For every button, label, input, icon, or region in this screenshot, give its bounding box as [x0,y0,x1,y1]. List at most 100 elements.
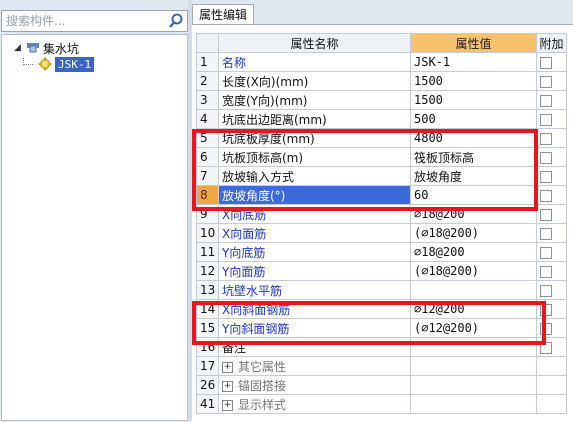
extra-checkbox[interactable] [540,113,552,126]
table-row-selected[interactable]: 8 放坡角度(°) 60 [196,185,567,205]
property-value[interactable]: 4800 [410,128,537,148]
collapse-icon[interactable]: ◢ [14,43,24,53]
tree-item-jsk1[interactable]: JSK-1 [36,56,95,72]
property-name: 放坡输入方式 [218,166,411,186]
property-value[interactable]: 1500 [410,90,537,110]
row-index: 17 [196,356,219,376]
search-icon[interactable] [167,12,185,30]
table-row[interactable]: 7 放坡输入方式 放坡角度 [196,166,567,186]
property-name: X向底筋 [218,204,411,224]
property-value[interactable] [410,280,537,300]
row-index: 6 [196,147,219,167]
row-index: 9 [196,204,219,224]
property-name: Y向斜面钢筋 [218,318,411,338]
tab-property-edit[interactable]: 属性编辑 [192,4,255,25]
property-name: Y向面筋 [218,261,411,281]
table-row[interactable]: 6 坑板顶标高(m) 筏板顶标高 [196,147,567,167]
table-row[interactable]: 13 坑壁水平筋 [196,280,567,300]
row-index: 10 [196,223,219,243]
extra-checkbox[interactable] [540,341,552,354]
property-name: 宽度(Y向)(mm) [218,90,411,110]
row-index: 7 [196,166,219,186]
property-value [410,356,537,376]
table-group-row[interactable]: 17 + 其它属性 [196,356,567,376]
property-value[interactable]: ⌀18@200 [410,204,537,224]
extra-checkbox[interactable] [540,75,552,88]
property-name: 坑板顶标高(m) [218,147,411,167]
table-group-row[interactable]: 41 + 显示样式 [196,394,567,414]
header-name: 属性名称 [218,33,411,53]
table-row[interactable]: 11 Y向底筋 ⌀18@200 [196,242,567,262]
property-grid: 属性名称 属性值 附加 1 名称 JSK-1 2 长度(X向)(mm) 1500… [192,24,573,422]
property-name: 坑壁水平筋 [218,280,411,300]
property-value [410,375,537,395]
header-extra: 附加 [536,33,567,53]
table-row[interactable]: 2 长度(X向)(mm) 1500 [196,71,567,91]
header-index [196,33,219,53]
tree-item-sump[interactable]: ◢ 集水坑 [14,40,79,56]
extra-checkbox[interactable] [540,322,552,335]
search-box [1,10,188,32]
extra-checkbox[interactable] [540,151,552,164]
expand-icon[interactable]: + [222,361,233,373]
property-value[interactable]: (⌀18@200) [410,261,537,281]
extra-checkbox[interactable] [540,227,552,240]
row-index: 13 [196,280,219,300]
property-name: X向斜面钢筋 [218,299,411,319]
property-name: 备注 [218,337,411,357]
property-value[interactable]: (⌀12@200) [410,318,537,338]
group-label: 锚固搭接 [238,378,287,393]
table-row[interactable]: 3 宽度(Y向)(mm) 1500 [196,90,567,110]
property-value [410,394,537,414]
row-index: 12 [196,261,219,281]
expand-icon[interactable]: + [222,380,233,392]
row-index: 3 [196,90,219,110]
table-row[interactable]: 16 备注 [196,337,567,357]
table-row[interactable]: 14 X向斜面钢筋 ⌀12@200 [196,299,567,319]
extra-checkbox[interactable] [540,265,552,278]
table-row[interactable]: 5 坑底板厚度(mm) 4800 [196,128,567,148]
row-index: 26 [196,375,219,395]
property-value[interactable]: JSK-1 [410,52,537,72]
extra-checkbox[interactable] [540,189,552,202]
component-tree [1,34,188,421]
property-value[interactable]: 筏板顶标高 [410,147,537,167]
property-value[interactable]: ⌀12@200 [410,299,537,319]
table-row[interactable]: 15 Y向斜面钢筋 (⌀12@200) [196,318,567,338]
property-name: X向面筋 [218,223,411,243]
table-row[interactable]: 10 X向面筋 (⌀18@200) [196,223,567,243]
expand-icon[interactable]: + [222,399,233,411]
property-value[interactable]: 放坡角度 [410,166,537,186]
table-row[interactable]: 9 X向底筋 ⌀18@200 [196,204,567,224]
extra-checkbox[interactable] [540,170,552,183]
extra-checkbox[interactable] [540,56,552,69]
property-name: 坑底板厚度(mm) [218,128,411,148]
component-panel: ◢ 集水坑 JSK-1 [0,0,190,421]
row-index: 14 [196,299,219,319]
property-table: 属性名称 属性值 附加 1 名称 JSK-1 2 长度(X向)(mm) 1500… [196,33,567,414]
gear-icon [38,57,52,71]
property-value[interactable]: ⌀18@200 [410,242,537,262]
extra-checkbox[interactable] [540,303,552,316]
row-index: 8 [196,185,219,205]
extra-checkbox[interactable] [540,208,552,221]
property-value[interactable]: 1500 [410,71,537,91]
table-row[interactable]: 4 坑底出边距离(mm) 500 [196,109,567,129]
extra-checkbox[interactable] [540,246,552,259]
property-value[interactable] [410,337,537,357]
search-input[interactable] [2,11,160,31]
tree-item-label: 集水坑 [43,41,80,56]
tree-item-label: JSK-1 [55,56,95,72]
property-value[interactable]: 500 [410,109,537,129]
extra-checkbox[interactable] [540,284,552,297]
property-value[interactable]: 60 [410,185,537,205]
table-row[interactable]: 1 名称 JSK-1 [196,52,567,72]
table-row[interactable]: 12 Y向面筋 (⌀18@200) [196,261,567,281]
table-group-row[interactable]: 26 + 锚固搭接 [196,375,567,395]
row-index: 11 [196,242,219,262]
property-value[interactable]: (⌀18@200) [410,223,537,243]
extra-checkbox[interactable] [540,132,552,145]
row-index: 1 [196,52,219,72]
extra-checkbox[interactable] [540,94,552,107]
property-name: Y向底筋 [218,242,411,262]
